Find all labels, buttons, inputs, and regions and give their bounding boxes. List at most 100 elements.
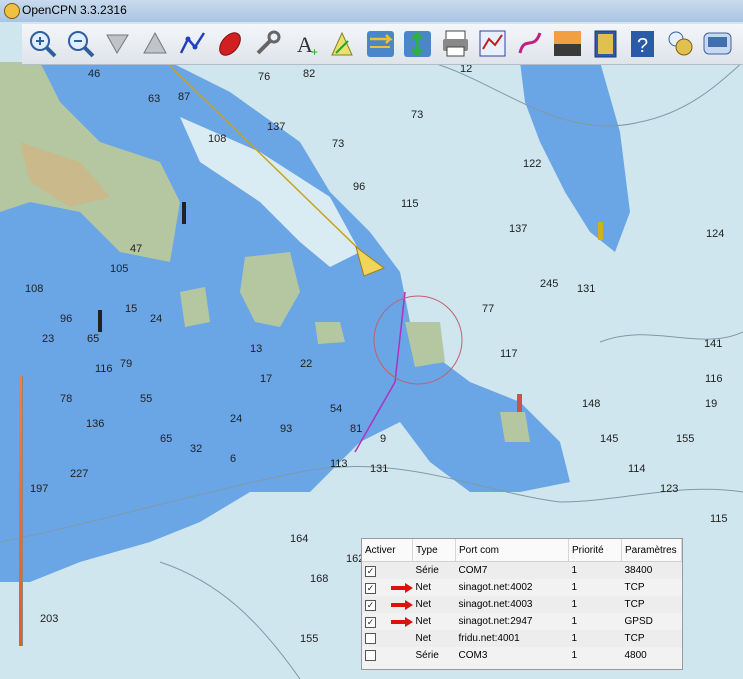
depth-sounding: 141 [704, 338, 722, 350]
enable-checkbox[interactable]: ✓ [365, 566, 376, 577]
zoom-out-icon [67, 31, 94, 58]
type-cell: Net [390, 613, 456, 630]
type-cell: Série [412, 561, 456, 579]
ais-button[interactable] [664, 27, 697, 60]
scale-down-icon [106, 34, 129, 54]
enable-checkbox[interactable]: ✓ [365, 583, 376, 594]
depth-sounding: 137 [509, 223, 527, 235]
depth-sounding: 81 [350, 423, 362, 435]
params-cell: GPSD [624, 616, 653, 627]
params-cell: TCP [624, 582, 645, 593]
col-params[interactable]: Paramètres [621, 539, 682, 562]
port-cell: sinagot.net:2947 [458, 616, 533, 627]
route-manager-button[interactable] [476, 27, 509, 60]
depth-sounding: 93 [280, 423, 292, 435]
track-button[interactable] [514, 27, 547, 60]
map-icon [703, 32, 732, 55]
table-row[interactable]: ✓ Net sinagot.net:4002 1 TCP [362, 579, 682, 596]
color-scheme-icon [554, 31, 581, 56]
priority-cell: 1 [568, 596, 622, 613]
red-arrow-icon [390, 600, 413, 610]
depth-sounding: 145 [600, 433, 618, 445]
buoy-icon [182, 202, 186, 224]
depth-sounding: 78 [60, 393, 72, 405]
currents-icon [404, 31, 431, 57]
zoom-out-button[interactable] [64, 27, 97, 60]
type-cell: Net [390, 579, 456, 596]
table-row[interactable]: Net fridu.net:4001 1 TCP [362, 630, 682, 647]
ship-follow-icon [218, 32, 241, 56]
enable-cell[interactable] [362, 647, 413, 664]
enable-checkbox[interactable] [365, 632, 376, 644]
col-activer[interactable]: Activer [362, 539, 413, 562]
params-cell: TCP [621, 630, 682, 647]
params-cell: 38400 [621, 561, 682, 579]
depth-sounding: 73 [411, 109, 423, 121]
enable-checkbox[interactable]: ✓ [365, 617, 376, 628]
depth-sounding: 124 [706, 228, 724, 240]
depth-sounding: 113 [330, 458, 348, 470]
params-cell: 4800 [624, 650, 647, 661]
enable-cell[interactable] [362, 630, 413, 647]
depth-sounding: 245 [540, 278, 558, 290]
col-type[interactable]: Type [412, 539, 456, 562]
tides-icon [366, 31, 394, 57]
depth-sounding: 123 [660, 483, 678, 495]
zoom-in-button[interactable] [26, 27, 59, 60]
table-row[interactable]: Série COM3 1 4800 [362, 647, 682, 664]
depth-sounding: 108 [208, 133, 226, 145]
type-value: Net [415, 582, 432, 593]
text-button[interactable]: A + [289, 27, 322, 60]
book-icon [594, 30, 616, 58]
depth-sounding: 24 [230, 413, 242, 425]
depth-sounding: 148 [582, 398, 600, 410]
settings-icon [256, 30, 281, 55]
depth-sounding: 108 [25, 283, 43, 295]
current-tide-button[interactable] [326, 27, 359, 60]
help-button[interactable]: ? [626, 27, 659, 60]
print-button[interactable] [439, 27, 472, 60]
depth-sounding: 114 [628, 463, 646, 475]
depth-sounding: 46 [88, 68, 100, 80]
ship-follow-button[interactable] [214, 27, 247, 60]
app-icon [4, 3, 20, 19]
tides-button[interactable] [364, 27, 397, 60]
route-manager-icon [479, 30, 506, 57]
depth-sounding: 22 [300, 358, 312, 370]
route-button[interactable] [176, 27, 209, 60]
currents-button[interactable] [401, 27, 434, 60]
table-row[interactable]: ✓ Série COM7 1 38400 [362, 561, 682, 579]
ais-icon [668, 31, 692, 56]
col-priorite[interactable]: Priorité [568, 539, 622, 562]
enable-checkbox[interactable]: ✓ [365, 600, 376, 611]
enable-cell[interactable]: ✓ [362, 561, 413, 579]
island-3 [315, 322, 345, 344]
depth-sounding: 17 [260, 373, 272, 385]
map-button[interactable] [701, 27, 734, 60]
type-value: Net [415, 633, 432, 644]
port-cell: sinagot.net:4003 [455, 596, 569, 613]
depth-sounding: 79 [120, 358, 132, 370]
settings-button[interactable] [251, 27, 284, 60]
port-cell: fridu.net:4001 [455, 630, 569, 647]
track-icon [518, 32, 541, 54]
text-icon: A+ [297, 32, 318, 59]
color-scheme-button[interactable] [551, 27, 584, 60]
scale-bar-edge [22, 376, 23, 646]
scale-up-button[interactable] [139, 27, 172, 60]
depth-sounding: 87 [178, 91, 190, 103]
book-button[interactable] [589, 27, 622, 60]
enable-checkbox[interactable] [365, 649, 376, 661]
type-value: Net [415, 616, 432, 627]
table-row[interactable]: ✓ Net sinagot.net:4003 1 TCP [362, 596, 682, 613]
type-value: Net [415, 599, 432, 610]
col-port[interactable]: Port com [455, 539, 569, 562]
svg-text:+: + [311, 45, 318, 59]
port-cell: sinagot.net:4002 [458, 582, 533, 593]
scale-down-button[interactable] [101, 27, 134, 60]
table-row[interactable]: ✓ Net sinagot.net:2947 1 GPSD [362, 613, 682, 630]
depth-sounding: 137 [267, 121, 285, 133]
depth-sounding: 82 [303, 68, 315, 80]
depth-sounding: 227 [70, 468, 88, 480]
type-cell: Net [412, 630, 456, 647]
